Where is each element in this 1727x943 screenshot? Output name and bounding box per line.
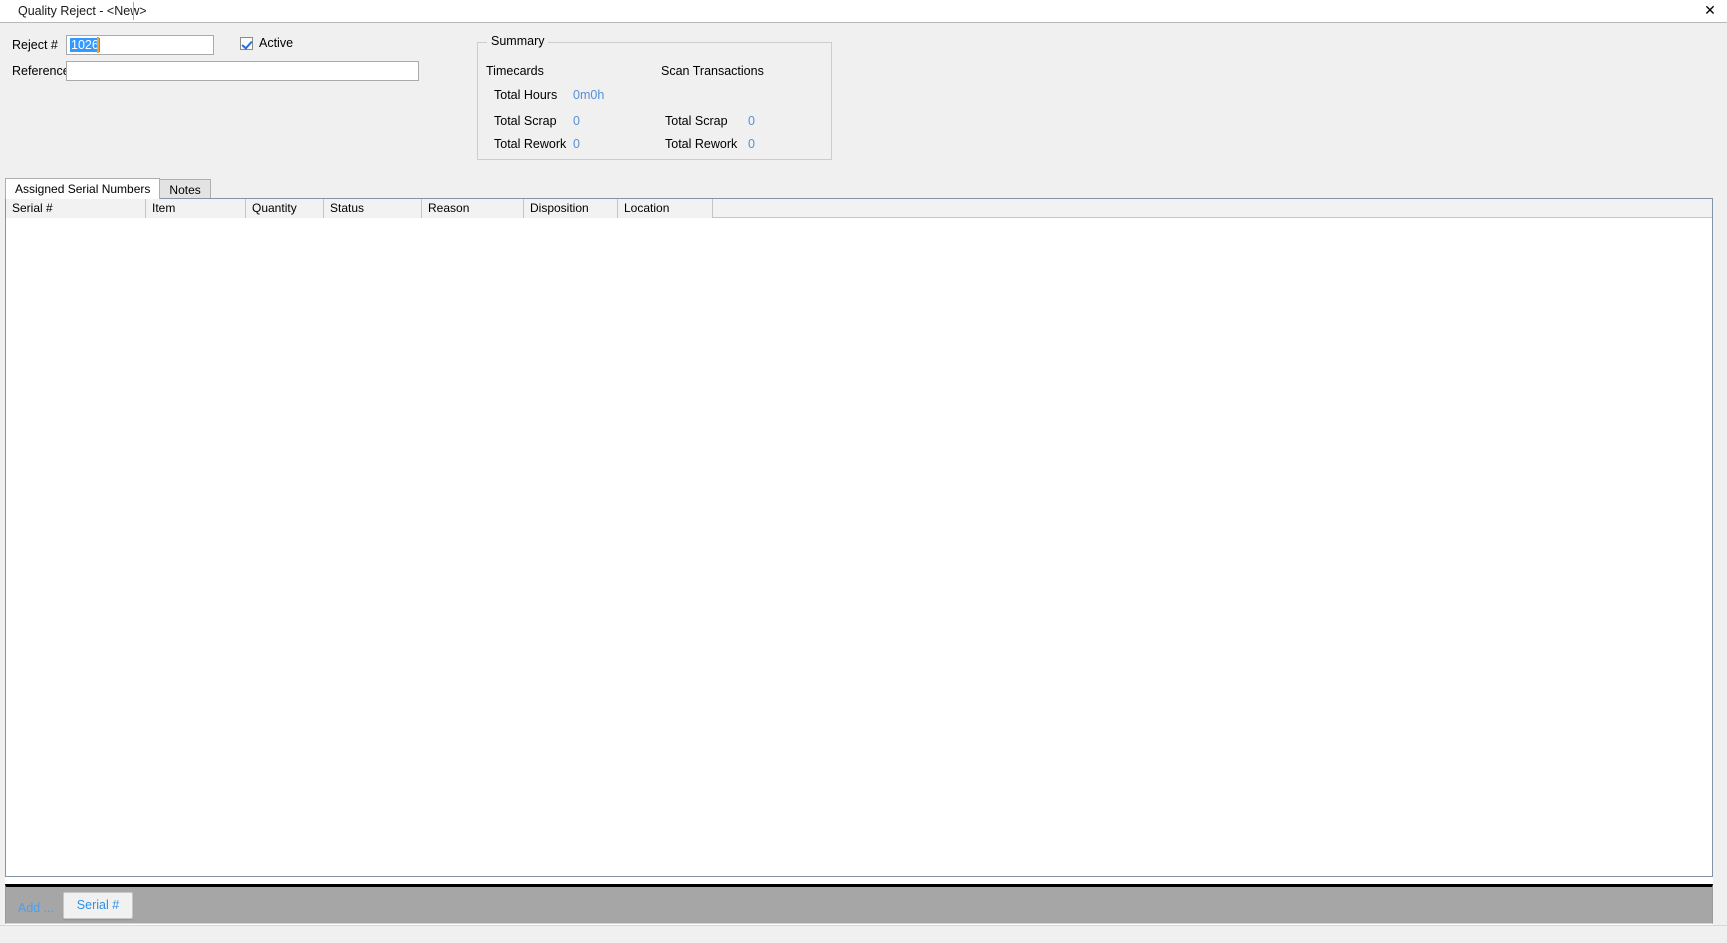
grid-body[interactable] [6, 218, 1712, 876]
reference-label: Reference [12, 64, 70, 78]
tab-separator [133, 2, 134, 20]
add-serial-number-button[interactable]: Serial # [63, 892, 133, 919]
summary-scan-transactions-header: Scan Transactions [661, 64, 764, 78]
tab-assigned-serial-numbers[interactable]: Assigned Serial Numbers [5, 178, 161, 199]
tab-notes[interactable]: Notes [159, 179, 211, 199]
window-tabstrip: Quality Reject - <New> ✕ [0, 0, 1727, 23]
add-label: Add ... [18, 901, 55, 915]
timecards-total-hours-label: Total Hours [494, 88, 558, 102]
right-edge-filler [1713, 158, 1727, 925]
header-form-area: Reject # 1026 Reference Active Summary T… [0, 23, 1727, 160]
reference-input[interactable] [66, 61, 419, 81]
grid-column-header-status[interactable]: Status [324, 199, 422, 218]
window-bottom-frame [0, 925, 1727, 943]
scan-total-rework-label: Total Rework [665, 137, 738, 151]
content-tabstrip: Assigned Serial Numbers Notes [5, 178, 211, 199]
scan-total-rework-value: 0 [748, 137, 755, 151]
active-checkbox-label: Active [259, 36, 294, 50]
grid-column-header-reason[interactable]: Reason [422, 199, 524, 218]
window-tab-quality-reject[interactable]: Quality Reject - <New> [8, 0, 157, 22]
timecards-total-rework-label: Total Rework [494, 137, 567, 151]
scan-total-scrap-label: Total Scrap [665, 114, 728, 128]
grid-column-header-location[interactable]: Location [618, 199, 713, 218]
reject-number-selected-text: 1026 [70, 38, 100, 52]
summary-groupbox-legend: Summary [487, 34, 549, 48]
close-icon[interactable]: ✕ [1701, 2, 1719, 20]
tab-row-background [0, 158, 1727, 198]
active-checkbox[interactable] [240, 36, 253, 50]
grid-column-header-disposition[interactable]: Disposition [524, 199, 618, 218]
timecards-total-rework-value: 0 [573, 137, 580, 151]
grid-column-header-serial[interactable]: Serial # [6, 199, 146, 218]
bottom-toolbar: Add ... Serial # [5, 884, 1713, 924]
active-checkbox-group[interactable]: Active [240, 36, 293, 50]
timecards-total-scrap-value: 0 [573, 114, 580, 128]
grid-header-row: Serial # Item Quantity Status Reason Disposit… [6, 199, 1712, 218]
grid-column-header-item[interactable]: Item [146, 199, 246, 218]
timecards-total-scrap-label: Total Scrap [494, 114, 557, 128]
assigned-serial-numbers-grid: Serial # Item Quantity Status Reason Disposit… [5, 198, 1713, 877]
scan-total-scrap-value: 0 [748, 114, 755, 128]
grid-column-header-quantity[interactable]: Quantity [246, 199, 324, 218]
reject-number-label: Reject # [12, 38, 58, 52]
text-caret [97, 37, 99, 53]
timecards-total-hours-value: 0m0h [573, 88, 605, 102]
summary-timecards-header: Timecards [486, 64, 544, 78]
